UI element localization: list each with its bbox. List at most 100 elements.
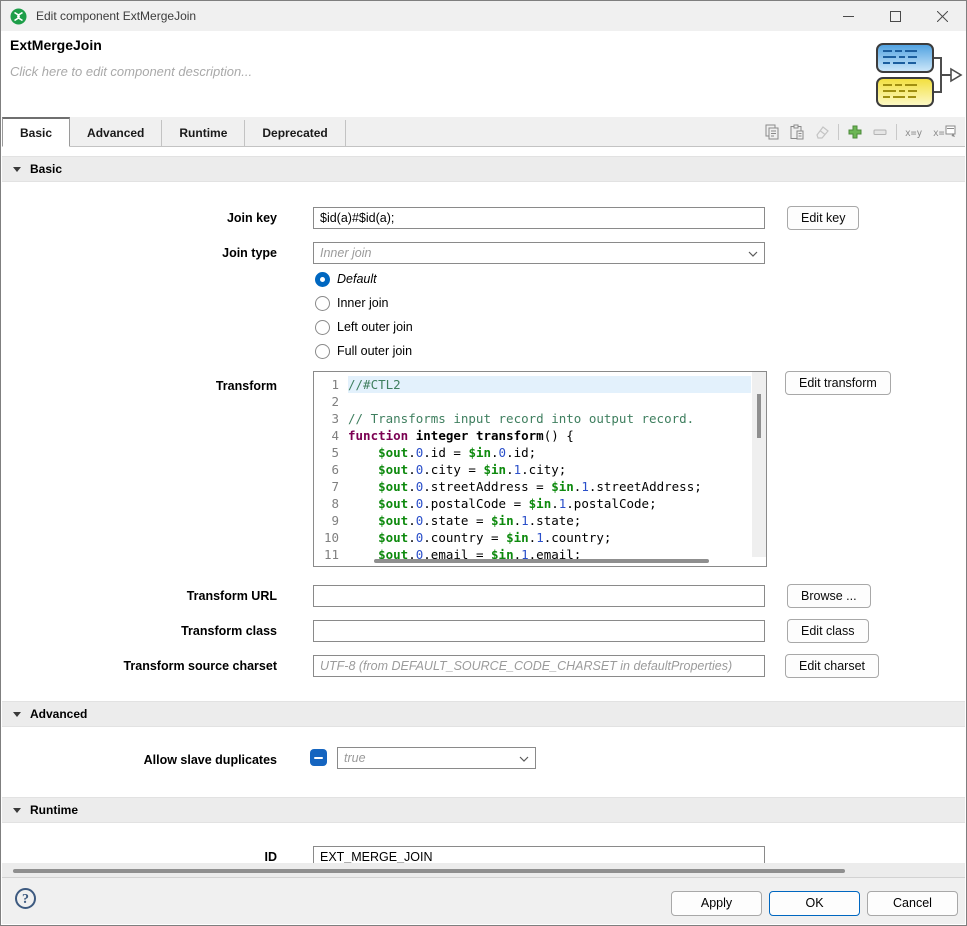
properties-toolbar: x=y x= <box>763 117 965 146</box>
transform-url-input[interactable] <box>313 585 765 607</box>
collapse-triangle-icon <box>13 808 21 813</box>
edit-key-button[interactable]: Edit key <box>787 206 859 230</box>
section-title: Basic <box>30 162 62 176</box>
window-title: Edit component ExtMergeJoin <box>36 9 196 23</box>
edit-class-button[interactable]: Edit class <box>787 619 869 643</box>
line-number: 2 <box>314 393 346 410</box>
copy-icon[interactable] <box>763 123 781 141</box>
merge-join-component-icon <box>873 41 963 109</box>
radio-default[interactable]: Default <box>315 267 413 291</box>
radio-inner-join[interactable]: Inner join <box>315 291 413 315</box>
code-line-1[interactable]: //#CTL2 <box>348 376 751 393</box>
maximize-button[interactable] <box>872 1 919 31</box>
editor-vertical-scrollbar[interactable] <box>752 372 766 557</box>
section-header-advanced[interactable]: Advanced <box>2 701 965 727</box>
line-number: 3 <box>314 410 346 427</box>
code-line-5[interactable]: $out.0.id = $in.0.id; <box>348 444 751 461</box>
radio-button-icon[interactable] <box>315 320 330 335</box>
tab-strip: BasicAdvancedRuntimeDeprecated <box>2 117 346 146</box>
toolbar-separator <box>838 124 839 140</box>
tab-bar: BasicAdvancedRuntimeDeprecated <box>2 117 965 147</box>
clear-icon[interactable] <box>813 123 831 141</box>
transform-class-input[interactable] <box>313 620 765 642</box>
id-label: ID <box>2 846 277 863</box>
edit-transform-button[interactable]: Edit transform <box>785 371 891 395</box>
id-input[interactable] <box>313 846 765 863</box>
svg-text:x=y: x=y <box>905 128 922 139</box>
line-number: 10 <box>314 529 346 546</box>
join-type-label: Join type <box>2 242 277 264</box>
allow-slave-duplicates-value: true <box>344 748 513 768</box>
dialog-header: ExtMergeJoin Click here to edit componen… <box>2 31 965 117</box>
add-icon[interactable] <box>846 123 864 141</box>
set-value-icon[interactable]: x=y <box>904 123 926 141</box>
cloverdx-logo-icon <box>10 8 27 25</box>
edit-charset-button[interactable]: Edit charset <box>785 654 879 678</box>
section-header-basic[interactable]: Basic <box>2 156 965 182</box>
section-title: Runtime <box>30 803 78 817</box>
code-line-2[interactable] <box>348 393 751 410</box>
radio-button-icon[interactable] <box>315 344 330 359</box>
line-number: 9 <box>314 512 346 529</box>
radio-button-icon[interactable] <box>315 296 330 311</box>
minimize-button[interactable] <box>825 1 872 31</box>
join-type-radio-group: Default Inner join Left outer join Full out… <box>315 267 413 363</box>
line-number: 6 <box>314 461 346 478</box>
cancel-button[interactable]: Cancel <box>867 891 958 916</box>
allow-slave-duplicates-label: Allow slave duplicates <box>2 749 277 771</box>
paste-icon[interactable] <box>788 123 806 141</box>
transform-source-charset-input[interactable] <box>313 655 765 677</box>
line-number: 8 <box>314 495 346 512</box>
section-header-runtime[interactable]: Runtime <box>2 797 965 823</box>
transform-class-label: Transform class <box>2 620 277 642</box>
code-line-9[interactable]: $out.0.state = $in.1.state; <box>348 512 751 529</box>
scrollbar-thumb[interactable] <box>13 869 845 873</box>
editor-horizontal-scrollbar[interactable] <box>348 559 751 564</box>
code-line-8[interactable]: $out.0.postalCode = $in.1.postalCode; <box>348 495 751 512</box>
transform-label: Transform <box>2 375 277 397</box>
join-type-dropdown[interactable]: Inner join <box>313 242 765 264</box>
window-controls <box>825 1 966 31</box>
help-button[interactable]: ? <box>15 888 36 909</box>
chevron-down-icon <box>519 748 529 768</box>
join-key-input[interactable] <box>313 207 765 229</box>
transform-url-label: Transform URL <box>2 585 277 607</box>
transform-code-editor[interactable]: 1234567891011 //#CTL2 // Transforms inpu… <box>313 371 767 567</box>
section-title: Advanced <box>30 707 87 721</box>
line-number: 11 <box>314 546 346 563</box>
code-line-10[interactable]: $out.0.country = $in.1.country; <box>348 529 751 546</box>
code-line-3[interactable]: // Transforms input record into output r… <box>348 410 751 427</box>
radio-button-icon[interactable] <box>315 272 330 287</box>
line-number-gutter: 1234567891011 <box>314 376 346 563</box>
form-scroll-area: Basic Join key Edit key Join type Inner … <box>2 147 965 863</box>
component-description-placeholder[interactable]: Click here to edit component description… <box>10 64 252 79</box>
tab-deprecated[interactable]: Deprecated <box>245 120 345 146</box>
line-number: 4 <box>314 427 346 444</box>
remove-icon[interactable] <box>871 123 889 141</box>
join-key-label: Join key <box>2 207 277 229</box>
collapse-triangle-icon <box>13 167 21 172</box>
browse-button[interactable]: Browse ... <box>787 584 871 608</box>
radio-left-outer-join[interactable]: Left outer join <box>315 315 413 339</box>
tab-advanced[interactable]: Advanced <box>70 120 162 146</box>
code-line-7[interactable]: $out.0.streetAddress = $in.1.streetAddre… <box>348 478 751 495</box>
radio-label: Inner join <box>337 296 388 310</box>
close-button[interactable] <box>919 1 966 31</box>
scrollbar-thumb[interactable] <box>757 394 761 438</box>
code-line-6[interactable]: $out.0.city = $in.1.city; <box>348 461 751 478</box>
edit-value-icon[interactable]: x= <box>933 123 957 141</box>
tab-runtime[interactable]: Runtime <box>162 120 245 146</box>
allow-slave-duplicates-checkbox[interactable] <box>310 749 327 766</box>
radio-label: Full outer join <box>337 344 412 358</box>
transform-source-charset-label: Transform source charset <box>2 655 277 677</box>
scrollbar-thumb[interactable] <box>374 559 709 563</box>
toolbar-separator <box>896 124 897 140</box>
code-line-4[interactable]: function integer transform() { <box>348 427 751 444</box>
ok-button[interactable]: OK <box>769 891 860 916</box>
join-type-value: Inner join <box>320 243 742 263</box>
apply-button[interactable]: Apply <box>671 891 762 916</box>
tab-basic[interactable]: Basic <box>2 117 70 147</box>
radio-full-outer-join[interactable]: Full outer join <box>315 339 413 363</box>
line-number: 1 <box>314 376 346 393</box>
allow-slave-duplicates-dropdown[interactable]: true <box>337 747 536 769</box>
